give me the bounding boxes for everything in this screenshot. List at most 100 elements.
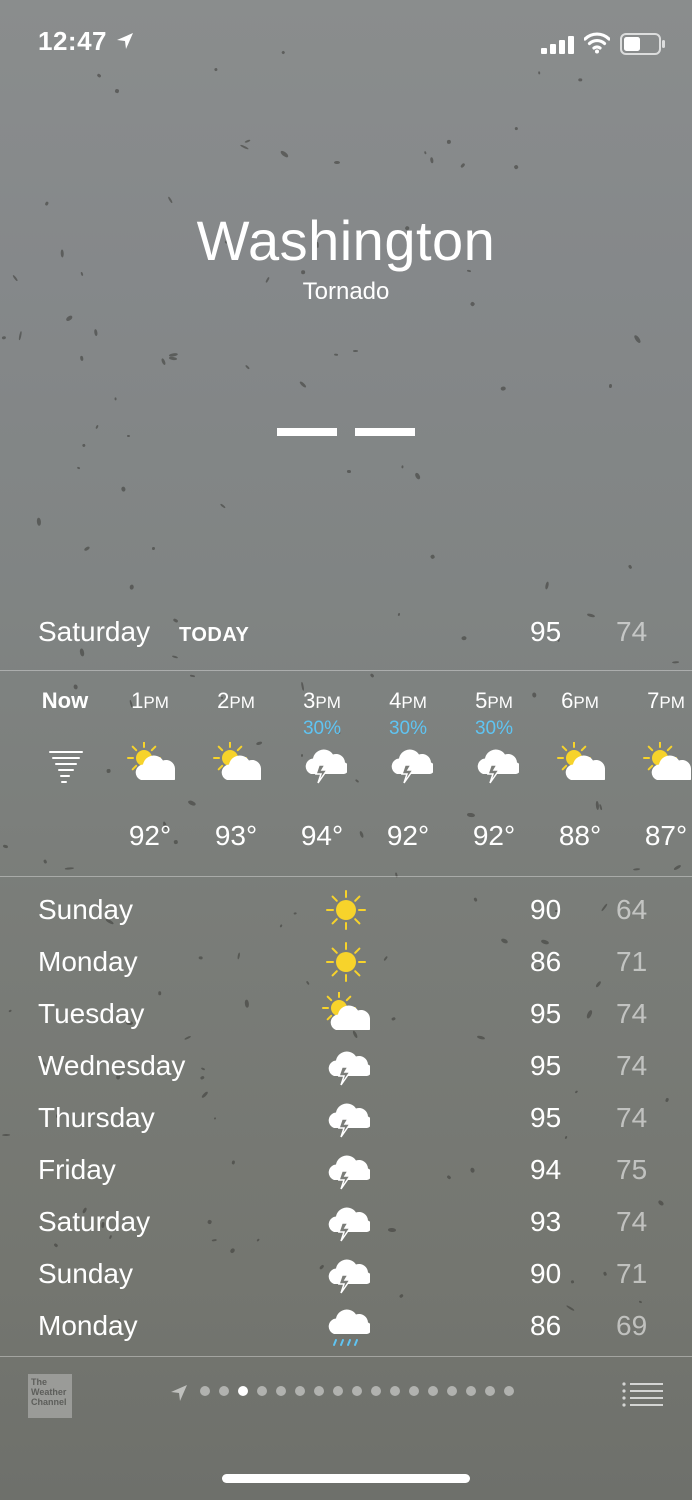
sun-icon bbox=[322, 940, 370, 984]
day-name: Wednesday bbox=[38, 1050, 186, 1081]
city-list-icon[interactable] bbox=[622, 1382, 664, 1408]
daily-row: Wednesday 95 74 bbox=[0, 1042, 692, 1094]
partly-sunny-icon bbox=[322, 991, 374, 1036]
day-name: Tuesday bbox=[38, 998, 145, 1029]
daily-row: Thursday 95 74 bbox=[0, 1094, 692, 1146]
hour-label: 1PM bbox=[131, 688, 169, 713]
city-name: Washington bbox=[196, 209, 496, 272]
thunderstorm-icon bbox=[322, 1096, 372, 1140]
precip-chance: 30% bbox=[302, 718, 342, 739]
today-low: 74 bbox=[616, 616, 648, 647]
partly-sunny-icon bbox=[127, 741, 179, 786]
daily-row: Saturday 93 74 bbox=[0, 1198, 692, 1250]
day-low: 71 bbox=[616, 1258, 648, 1289]
precip-chance: 30% bbox=[388, 718, 428, 739]
daily-row: Monday 86 71 bbox=[0, 938, 692, 990]
daily-row: Tuesday 95 74 bbox=[0, 990, 692, 1042]
page-dot[interactable] bbox=[295, 1386, 305, 1396]
day-low: 71 bbox=[616, 946, 648, 977]
day-high: 95 bbox=[530, 998, 562, 1029]
page-dot[interactable] bbox=[466, 1386, 476, 1396]
today-label: TODAY bbox=[179, 624, 250, 646]
thunderstorm-icon bbox=[322, 1200, 372, 1244]
hour-temperature: 94° bbox=[300, 820, 344, 851]
rain-icon bbox=[322, 1304, 372, 1348]
day-high: 94 bbox=[530, 1154, 562, 1185]
weather-channel-logo[interactable]: The Weather Channel bbox=[28, 1374, 72, 1418]
page-dot[interactable] bbox=[447, 1386, 457, 1396]
partly-sunny-icon bbox=[213, 741, 265, 786]
home-indicator[interactable] bbox=[222, 1474, 470, 1483]
day-high: 90 bbox=[530, 894, 562, 925]
day-low: 69 bbox=[616, 1310, 648, 1341]
page-dot[interactable] bbox=[219, 1386, 229, 1396]
day-low: 75 bbox=[616, 1154, 648, 1185]
thunderstorm-icon bbox=[322, 1044, 372, 1088]
current-location-icon bbox=[171, 1385, 187, 1401]
day-low: 74 bbox=[616, 1050, 648, 1081]
today-day: Saturday bbox=[38, 616, 151, 647]
day-high: 93 bbox=[530, 1206, 562, 1237]
day-low: 74 bbox=[616, 998, 648, 1029]
day-name: Thursday bbox=[38, 1102, 155, 1133]
page-dot[interactable] bbox=[257, 1386, 267, 1396]
page-dot[interactable] bbox=[485, 1386, 495, 1396]
page-dot[interactable] bbox=[276, 1386, 286, 1396]
thunderstorm-icon bbox=[385, 742, 435, 786]
hour-label: 3PM bbox=[303, 688, 341, 713]
sun-icon bbox=[322, 888, 370, 932]
thunderstorm-icon bbox=[322, 1148, 372, 1192]
hour-label: 4PM bbox=[389, 688, 427, 713]
thunderstorm-icon bbox=[299, 742, 349, 786]
precip-chance: 30% bbox=[474, 718, 514, 739]
day-high: 86 bbox=[530, 1310, 562, 1341]
hour-label: 7PM bbox=[647, 688, 685, 713]
day-high: 90 bbox=[530, 1258, 562, 1289]
day-high: 95 bbox=[530, 1102, 562, 1133]
partly-sunny-icon bbox=[643, 741, 692, 786]
day-name: Monday bbox=[38, 946, 138, 977]
wifi-icon bbox=[584, 32, 610, 54]
battery-icon bbox=[620, 33, 665, 55]
page-dot[interactable] bbox=[371, 1386, 381, 1396]
status-time: 12:47 bbox=[38, 26, 107, 56]
hour-label: 6PM bbox=[561, 688, 599, 713]
day-low: 74 bbox=[616, 1102, 648, 1133]
bottom-toolbar: The Weather Channel bbox=[0, 1356, 692, 1500]
page-dot[interactable] bbox=[352, 1386, 362, 1396]
thunderstorm-icon bbox=[322, 1252, 372, 1296]
hour-label: 5PM bbox=[475, 688, 513, 713]
thunderstorm-icon bbox=[471, 742, 521, 786]
page-dot[interactable] bbox=[428, 1386, 438, 1396]
status-bar: 12:47 bbox=[0, 24, 692, 64]
day-name: Sunday bbox=[38, 894, 133, 925]
hour-temperature: 88° bbox=[558, 820, 602, 851]
hourly-forecast[interactable]: Now 1PM 92° 2PM 93° 3PM 30% 94° 4PM 30% 92° 5PM 30% 9… bbox=[0, 672, 692, 876]
page-dot[interactable] bbox=[504, 1386, 514, 1396]
weather-condition: Tornado bbox=[302, 278, 390, 305]
day-high: 86 bbox=[530, 946, 562, 977]
page-dot[interactable] bbox=[238, 1386, 248, 1396]
partly-sunny-icon bbox=[557, 741, 609, 786]
cellular-signal-icon bbox=[541, 36, 574, 54]
day-name: Sunday bbox=[38, 1258, 133, 1289]
divider bbox=[0, 670, 692, 671]
hour-temperature: 92° bbox=[472, 820, 516, 851]
hour-label: 2PM bbox=[217, 688, 255, 713]
daily-row: Monday 86 69 bbox=[0, 1302, 692, 1354]
page-dot[interactable] bbox=[409, 1386, 419, 1396]
day-name: Friday bbox=[38, 1154, 116, 1185]
daily-row: Sunday 90 64 bbox=[0, 886, 692, 938]
page-dot[interactable] bbox=[314, 1386, 324, 1396]
day-low: 74 bbox=[616, 1206, 648, 1237]
hour-label: Now bbox=[41, 688, 89, 713]
day-name: Saturday bbox=[38, 1206, 151, 1237]
page-dot[interactable] bbox=[390, 1386, 400, 1396]
page-dot[interactable] bbox=[333, 1386, 343, 1396]
today-summary: Saturday TODAY 95 74 bbox=[0, 612, 692, 652]
day-high: 95 bbox=[530, 1050, 562, 1081]
page-dot[interactable] bbox=[200, 1386, 210, 1396]
hour-temperature: 93° bbox=[214, 820, 258, 851]
today-high: 95 bbox=[530, 616, 562, 647]
hour-temperature: 92° bbox=[386, 820, 430, 851]
